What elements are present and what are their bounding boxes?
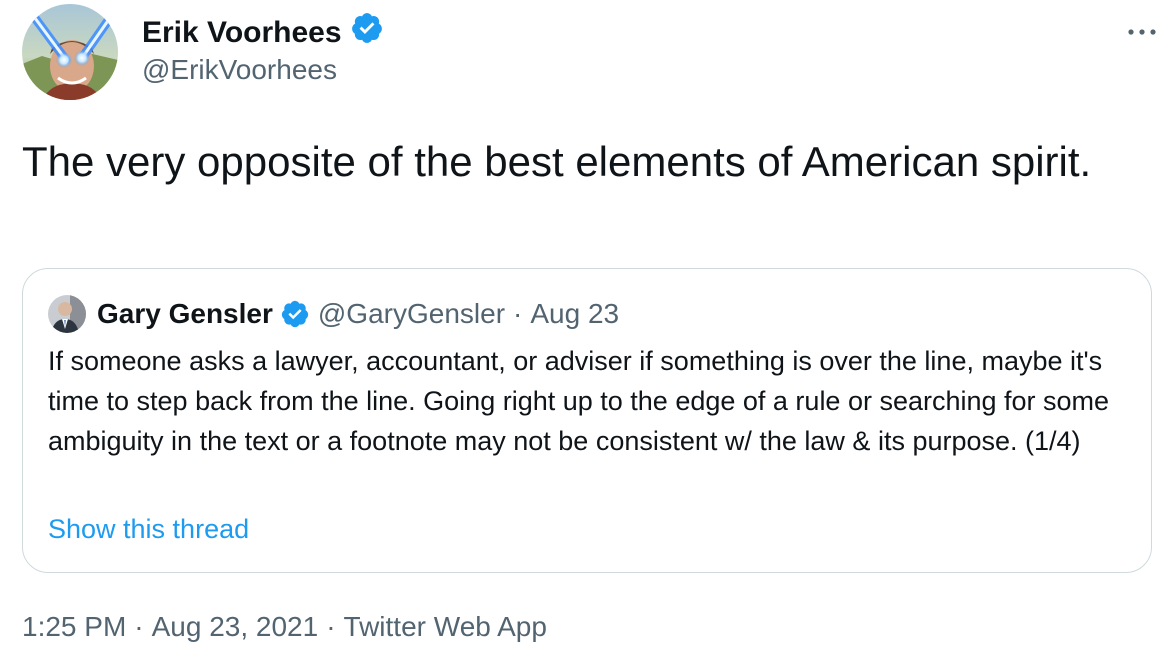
- quoted-tweet-date[interactable]: Aug 23: [530, 296, 619, 332]
- tweet-time[interactable]: 1:25 PM: [22, 611, 126, 642]
- tweet-metadata: 1:25 PM · Aug 23, 2021 · Twitter Web App: [22, 608, 547, 646]
- tweet: Erik Voorhees @ErikVoorhees The very opp…: [0, 0, 1176, 670]
- quoted-tweet-text: If someone asks a lawyer, accountant, or…: [48, 346, 1110, 456]
- separator-dot: ·: [134, 611, 144, 642]
- quoted-author-handle: @GaryGensler: [317, 298, 506, 329]
- verified-badge-icon: [280, 296, 310, 332]
- author-name[interactable]: Erik Voorhees: [142, 14, 342, 52]
- show-thread-link[interactable]: Show this thread: [48, 511, 249, 547]
- tweet-source-app[interactable]: Twitter Web App: [344, 611, 547, 642]
- author-avatar[interactable]: [22, 4, 118, 100]
- verified-badge-icon: [350, 11, 384, 55]
- separator-dot: ·: [326, 611, 336, 642]
- tweet-date[interactable]: Aug 23, 2021: [152, 611, 319, 642]
- quoted-author-name: Gary Gensler: [97, 298, 273, 329]
- author-handle[interactable]: @ErikVoorhees: [142, 52, 337, 88]
- more-options-icon[interactable]: [1124, 14, 1160, 50]
- author-name-row[interactable]: Erik Voorhees: [142, 11, 384, 55]
- quoted-author-avatar: [48, 295, 86, 333]
- quoted-tweet-card[interactable]: Gary Gensler @GaryGensler · Aug 23 If so…: [22, 268, 1152, 573]
- quoted-tweet-header: Gary Gensler @GaryGensler · Aug 23: [48, 295, 619, 333]
- separator-dot: ·: [513, 298, 523, 329]
- tweet-text: The very opposite of the best elements o…: [22, 138, 1092, 185]
